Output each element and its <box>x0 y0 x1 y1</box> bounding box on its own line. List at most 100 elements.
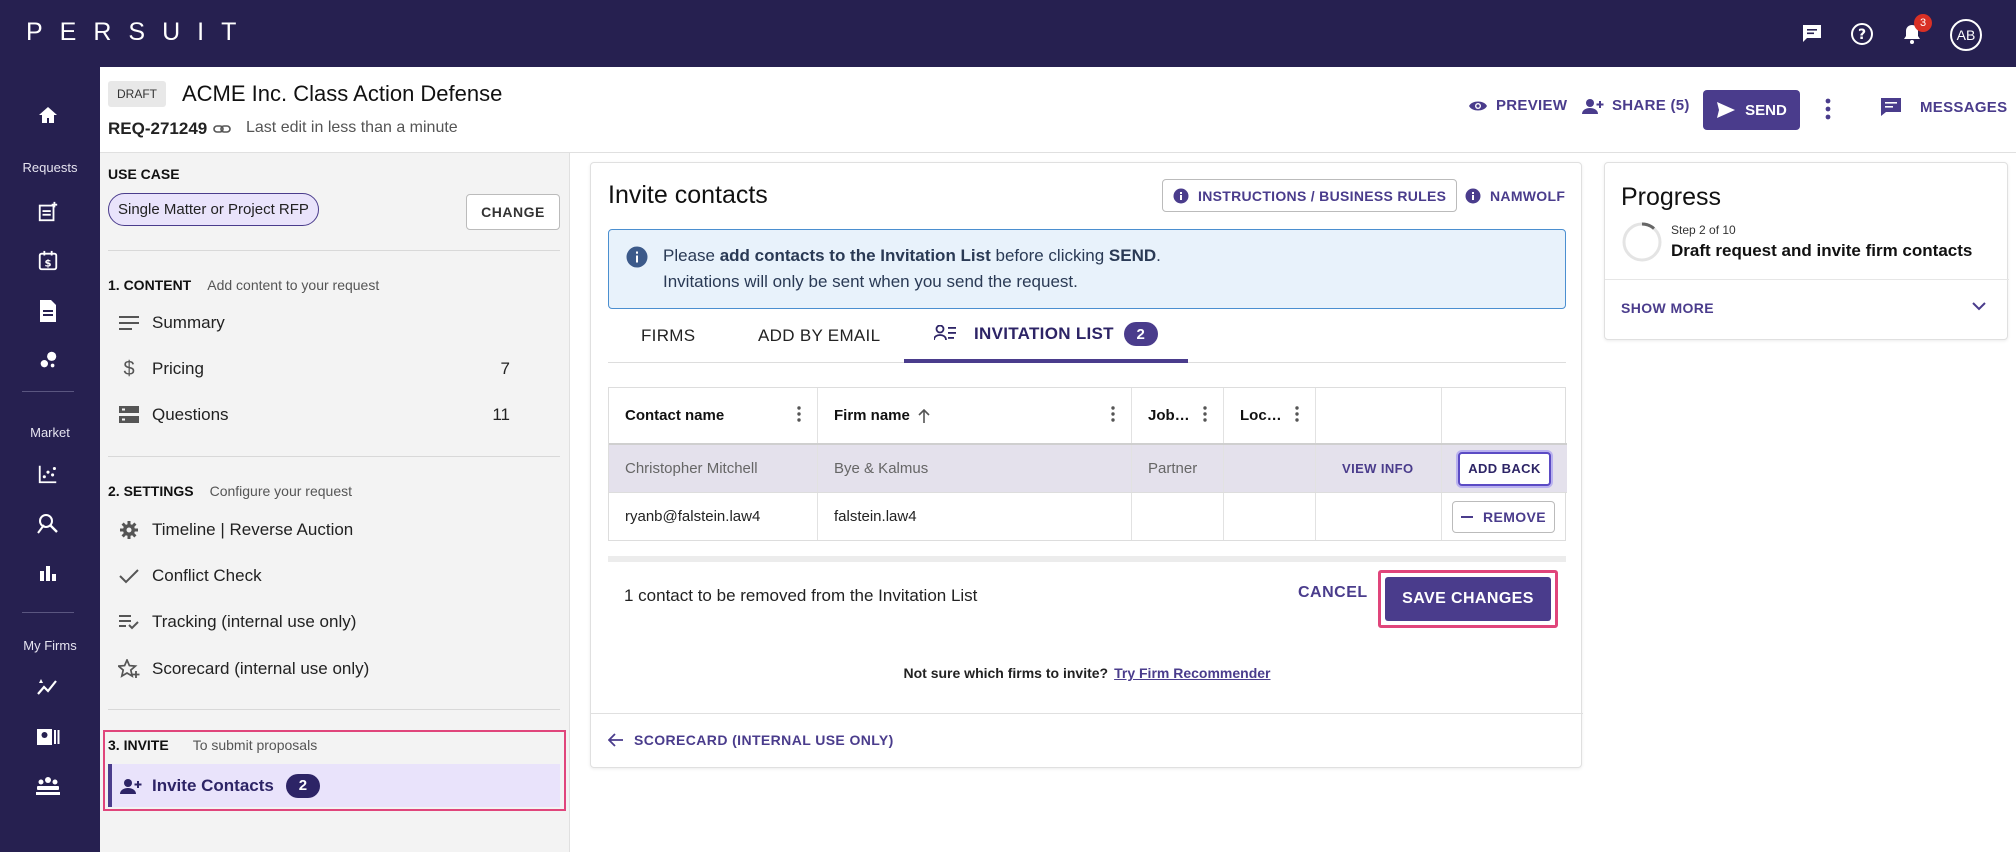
home-icon[interactable] <box>34 101 62 129</box>
user-avatar[interactable]: AB <box>1950 19 1982 51</box>
tab-firms[interactable]: FIRMS <box>641 309 695 363</box>
firm-groups-icon[interactable] <box>34 772 62 800</box>
nav-item-label: Invite Contacts <box>152 775 274 795</box>
preview-label: PREVIEW <box>1496 97 1568 114</box>
top-bar: PERSUIT ? 3 AB <box>0 0 2016 67</box>
info-banner-line-1: Please add contacts to the Invitation Li… <box>663 246 1161 266</box>
analytics-bubbles-icon[interactable] <box>34 346 62 374</box>
section-title: Invite contacts <box>608 181 768 209</box>
preview-button[interactable]: PREVIEW <box>1468 97 1567 114</box>
nav-item-scorecard[interactable]: Scorecard (internal use only) <box>108 649 560 689</box>
notifications-bell-icon[interactable]: 3 <box>1898 14 1932 48</box>
send-icon <box>1717 102 1736 118</box>
nav-item-conflict-check[interactable]: Conflict Check <box>108 556 560 596</box>
cell-job: Partner <box>1132 445 1224 492</box>
nav-item-label: Conflict Check <box>152 566 262 585</box>
nav-item-label: Summary <box>152 313 225 332</box>
column-header-info <box>1316 388 1442 443</box>
cell-location <box>1224 445 1316 492</box>
eye-icon <box>1469 101 1487 110</box>
tab-add-by-email[interactable]: ADD BY EMAIL <box>758 309 880 363</box>
column-header-contact-name[interactable]: Contact name <box>609 388 818 443</box>
cancel-button[interactable]: CANCEL <box>1298 584 1368 602</box>
remove-button[interactable]: REMOVE <box>1452 500 1555 533</box>
page-title: ACME Inc. Class Action Defense <box>182 81 503 106</box>
nav-item-label: Pricing <box>152 359 204 378</box>
invite-subheading: To submit proposals <box>192 737 318 753</box>
tab-invitation-list[interactable]: INVITATION LIST 2 <box>904 309 1188 363</box>
nav-item-invite-contacts[interactable]: Invite Contacts 2 <box>108 764 560 807</box>
send-button[interactable]: SEND <box>1703 90 1800 130</box>
summary-lines-icon <box>116 316 142 330</box>
market-search-icon[interactable] <box>34 509 62 537</box>
content-subheading: Add content to your request <box>207 277 380 293</box>
nav-item-tracking[interactable]: Tracking (internal use only) <box>108 602 560 642</box>
show-more-button[interactable]: SHOW MORE <box>1621 300 1714 316</box>
card-divider <box>591 713 1583 714</box>
checklist-icon <box>116 614 142 630</box>
help-icon[interactable]: ? <box>1848 20 1876 48</box>
content-heading: 1. CONTENT Add content to your request <box>108 277 379 293</box>
nav-item-pricing[interactable]: $ Pricing 7 <box>108 349 560 389</box>
send-label: SEND <box>1745 101 1787 119</box>
view-info-link[interactable]: VIEW INFO <box>1316 445 1442 492</box>
cell-action: ADD BACK <box>1442 445 1567 492</box>
firm-recommender-link[interactable]: Try Firm Recommender <box>1114 665 1270 681</box>
back-link-label: SCORECARD (INTERNAL USE ONLY) <box>634 732 894 748</box>
column-menu-icon[interactable] <box>797 405 801 426</box>
change-use-case-button[interactable]: CHANGE <box>466 194 560 230</box>
column-menu-icon[interactable] <box>1111 405 1115 426</box>
cell-firm-name: falstein.law4 <box>818 493 1132 540</box>
info-icon <box>626 246 648 273</box>
minus-icon <box>1460 515 1473 518</box>
arrow-left-icon <box>608 733 624 747</box>
column-menu-icon[interactable] <box>1295 405 1299 426</box>
info-text-part: before clicking <box>990 246 1109 265</box>
progress-divider <box>1605 279 2009 280</box>
instructions-button[interactable]: INSTRUCTIONS / BUSINESS RULES <box>1162 179 1458 212</box>
tab-label: INVITATION LIST <box>974 324 1114 343</box>
share-button[interactable]: SHARE (5) <box>1582 97 1690 114</box>
column-header-firm-name[interactable]: Firm name <box>818 388 1132 443</box>
chevron-down-icon[interactable] <box>1971 298 1987 316</box>
save-changes-button[interactable]: SAVE CHANGES <box>1385 577 1551 621</box>
info-text-part: Please <box>663 246 720 265</box>
info-text-bold: add contacts to the Invitation List <box>719 246 991 265</box>
table-row: ryanb@falstein.law4 falstein.law4 REMOVE <box>609 493 1567 540</box>
back-to-scorecard-link[interactable]: SCORECARD (INTERNAL USE ONLY) <box>608 732 894 748</box>
nav-item-timeline[interactable]: Timeline | Reverse Auction <box>108 510 560 550</box>
firm-directory-icon[interactable] <box>34 723 62 751</box>
column-menu-icon[interactable] <box>1203 405 1207 426</box>
progress-card: Progress Step 2 of 10 Draft request and … <box>1604 162 2009 340</box>
nav-divider <box>108 250 560 251</box>
invite-heading-label: 3. INVITE <box>108 737 169 753</box>
invite-heading: 3. INVITE To submit proposals <box>108 737 317 753</box>
bar-chart-icon[interactable] <box>34 559 62 587</box>
namwolf-label: NAMWOLF <box>1490 188 1566 204</box>
column-header-location[interactable]: Loc… <box>1224 388 1316 443</box>
more-options-icon[interactable] <box>1825 98 1831 125</box>
persuit-logo[interactable]: PERSUIT <box>26 18 253 47</box>
invitation-table: Contact name Firm name Job… Loc… Christo… <box>608 387 1567 541</box>
add-person-icon <box>120 778 142 794</box>
questions-list-icon <box>116 405 142 425</box>
market-chart-icon[interactable] <box>34 460 62 488</box>
document-icon[interactable] <box>34 297 62 325</box>
content-heading-label: 1. CONTENT <box>108 277 192 293</box>
billing-calendar-icon[interactable]: $ <box>34 247 62 275</box>
firm-performance-icon[interactable] <box>34 673 62 701</box>
settings-heading-label: 2. SETTINGS <box>108 483 194 499</box>
nav-item-summary[interactable]: Summary <box>108 303 560 343</box>
cell-info <box>1316 493 1442 540</box>
cell-location <box>1224 493 1316 540</box>
new-request-icon[interactable] <box>34 198 62 226</box>
column-header-job[interactable]: Job… <box>1132 388 1224 443</box>
copy-link-icon[interactable] <box>212 119 232 144</box>
messages-button[interactable]: MESSAGES <box>1880 97 2007 117</box>
star-plus-icon <box>116 659 142 679</box>
nav-item-questions[interactable]: Questions 11 <box>108 395 560 435</box>
left-rail: Requests $ Market My Firms <box>0 67 100 852</box>
chat-icon[interactable] <box>1798 20 1826 48</box>
add-back-button[interactable]: ADD BACK <box>1458 451 1551 486</box>
namwolf-button[interactable]: NAMWOLF <box>1465 188 1565 204</box>
